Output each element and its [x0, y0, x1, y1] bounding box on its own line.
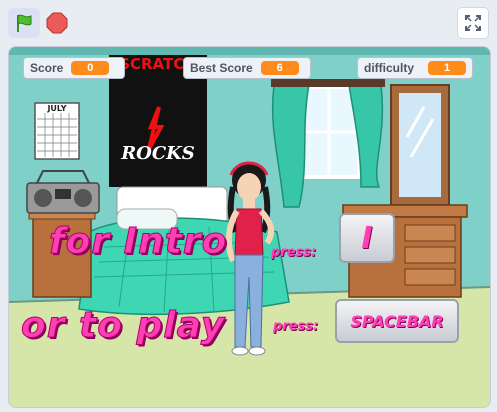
monitor-value: 1 [428, 61, 466, 75]
monitor-label: difficulty [364, 61, 414, 75]
intro-key-button[interactable]: I [339, 213, 395, 263]
monitor-value: 0 [71, 61, 110, 75]
stage-header [0, 0, 497, 44]
game-stage[interactable]: SCRATCH ROCKS JULY Score 0 Best Score 6 … [8, 46, 491, 408]
green-flag-button[interactable] [8, 8, 40, 38]
stop-sign-icon [46, 12, 68, 34]
green-flag-icon [17, 14, 32, 32]
monitor-value: 6 [260, 61, 299, 75]
calendar-month: JULY [47, 104, 67, 113]
spacebar-key-button[interactable]: SPACEBAR [335, 299, 459, 343]
poster-subtitle: ROCKS [121, 143, 195, 164]
intro-prompt-text: for Intro [48, 221, 228, 263]
difficulty-monitor: difficulty 1 [357, 57, 473, 79]
monitor-label: Best Score [190, 61, 253, 75]
best-score-monitor: Best Score 6 [183, 57, 311, 79]
fullscreen-icon [465, 15, 481, 31]
press-label-play: press: [273, 319, 319, 334]
monitor-label: Score [30, 61, 64, 75]
score-monitor: Score 0 [23, 57, 125, 79]
press-label-intro: press: [271, 245, 317, 260]
stop-button[interactable] [46, 12, 68, 34]
play-prompt-text: or to play [20, 305, 226, 347]
fullscreen-button[interactable] [457, 7, 489, 39]
